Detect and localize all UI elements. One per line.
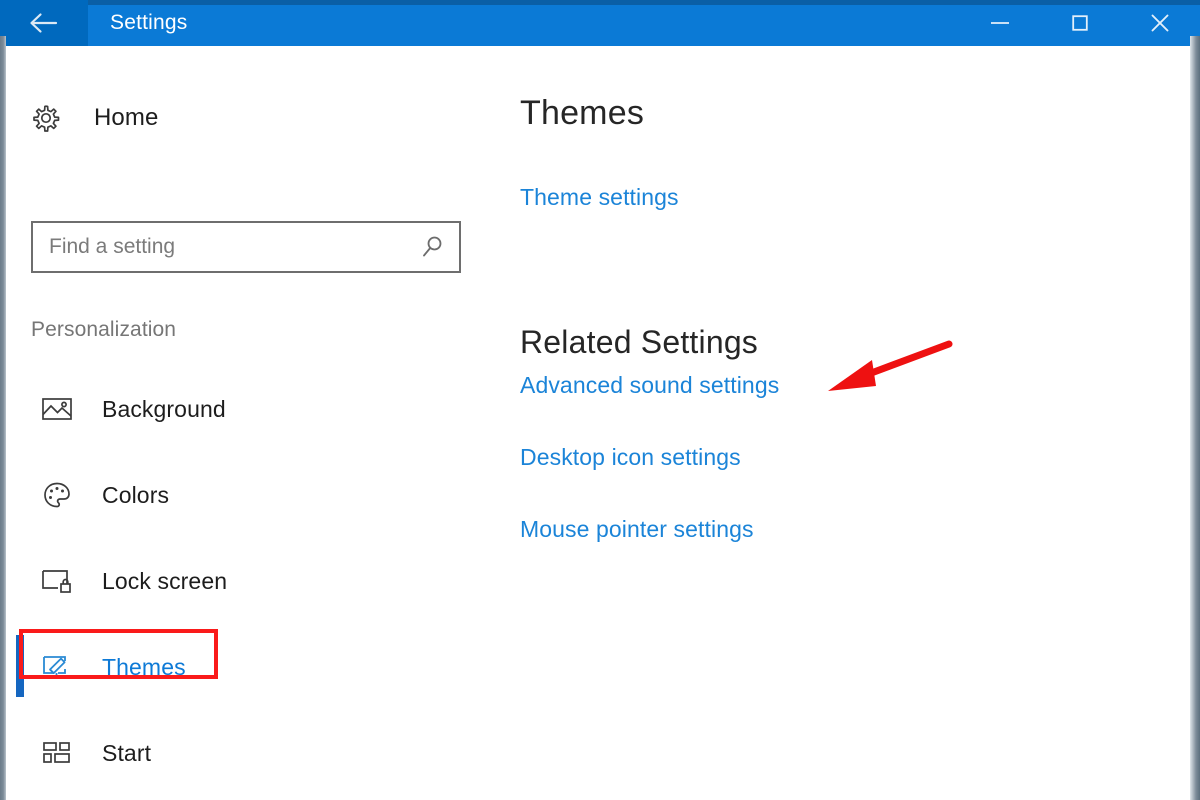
sidebar-item-colors-label: Colors (102, 481, 170, 508)
palette-icon (34, 480, 80, 510)
sidebar-item-background-label: Background (102, 395, 226, 422)
maximize-button[interactable] (1040, 0, 1120, 46)
link-advanced-sound-settings[interactable]: Advanced sound settings (520, 372, 779, 399)
sidebar-section-header: Personalization (31, 318, 177, 341)
sidebar-item-lock-screen[interactable]: Lock screen (6, 538, 500, 624)
window-border-right (1190, 36, 1200, 800)
search-box[interactable] (31, 221, 461, 273)
sidebar-item-themes[interactable]: Themes (6, 624, 500, 710)
title-bar: Settings (0, 0, 1200, 46)
picture-icon (34, 395, 80, 423)
link-desktop-icon-settings[interactable]: Desktop icon settings (520, 444, 741, 471)
close-icon (1149, 12, 1171, 34)
search-input[interactable] (33, 235, 407, 259)
sidebar-item-start[interactable]: Start (6, 710, 500, 796)
page-title: Themes (520, 94, 645, 132)
settings-window: Settings Home Find a setting Personaliza… (0, 0, 1200, 800)
link-mouse-pointer-settings[interactable]: Mouse pointer settings (520, 516, 754, 543)
sidebar-item-taskbar[interactable]: Taskbar (6, 796, 500, 800)
sidebar-nav-list: Background Colors Lock screen Themes Sta… (6, 366, 500, 800)
sidebar-item-colors[interactable]: Colors (6, 452, 500, 538)
minimize-button[interactable] (960, 0, 1040, 46)
lock-screen-icon (34, 567, 80, 595)
back-arrow-icon (29, 12, 59, 34)
theme-brush-icon (34, 653, 80, 681)
close-button[interactable] (1120, 0, 1200, 46)
minimize-icon (988, 17, 1012, 29)
sidebar-item-themes-label: Themes (102, 653, 186, 680)
sidebar: Home Personalization (6, 46, 500, 800)
main-content: Themes Theme settings Related Settings A… (500, 46, 1190, 800)
back-button[interactable] (0, 0, 88, 46)
sidebar-item-lock-screen-label: Lock screen (102, 567, 228, 594)
gear-icon (26, 103, 72, 133)
window-controls (960, 0, 1200, 46)
link-theme-settings[interactable]: Theme settings (520, 184, 679, 211)
selection-indicator-bar (16, 635, 24, 697)
window-title: Settings (110, 11, 188, 34)
sidebar-item-home[interactable]: Home (26, 92, 326, 144)
search-icon[interactable] (407, 234, 459, 260)
sidebar-item-home-label: Home (94, 104, 159, 131)
sidebar-item-start-label: Start (102, 739, 152, 766)
start-tiles-icon (34, 740, 80, 766)
related-settings-title: Related Settings (520, 324, 759, 360)
maximize-icon (1070, 13, 1090, 33)
sidebar-item-background[interactable]: Background (6, 366, 500, 452)
